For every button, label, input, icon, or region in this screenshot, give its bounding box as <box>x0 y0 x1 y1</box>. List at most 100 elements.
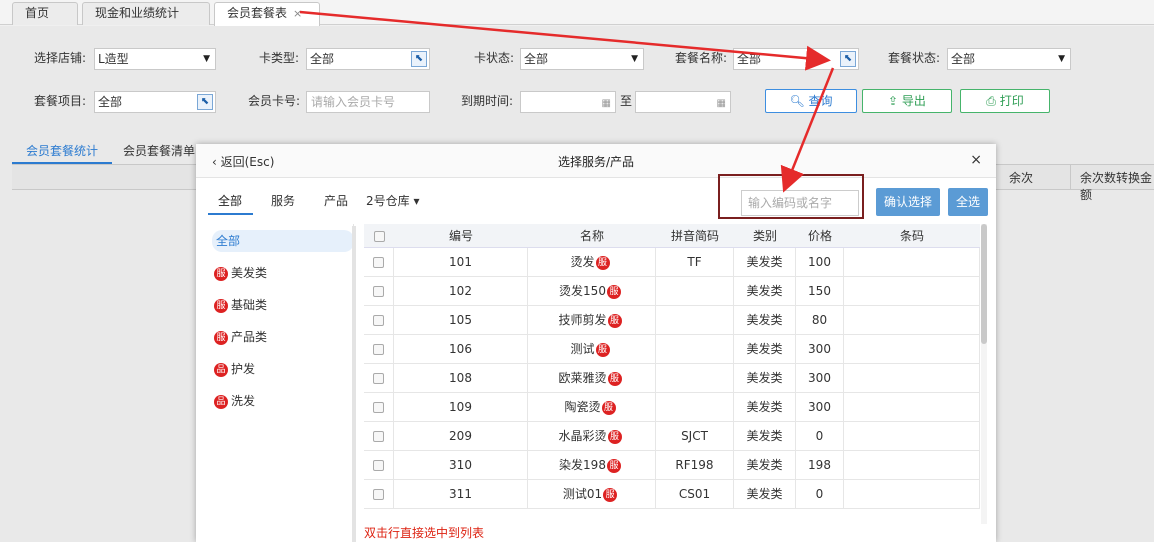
cell-price: 300 <box>796 393 844 421</box>
package-status-select[interactable]: 全部 ▼ <box>947 48 1071 70</box>
checkbox[interactable] <box>373 489 384 500</box>
cell-pinyin-text: SJCT <box>681 429 708 443</box>
cell-price: 150 <box>796 277 844 305</box>
category-label: 基础类 <box>231 298 268 312</box>
row-checkbox-cell[interactable] <box>364 480 394 508</box>
cell-price-text: 300 <box>808 400 831 414</box>
column-header-barcode: 条码 <box>844 224 980 248</box>
table-row[interactable]: 106 测试服 美发类 300 <box>364 335 980 364</box>
category-scrollbar[interactable] <box>352 226 356 542</box>
cell-pinyin <box>656 364 734 392</box>
table-row[interactable]: 101 烫发服 TF 美发类 100 <box>364 248 980 277</box>
expire-start-input[interactable]: ▦ <box>520 91 616 113</box>
picker-icon[interactable]: ⬉ <box>411 51 427 67</box>
table-row[interactable]: 310 染发198 服 RF198 美发类 198 <box>364 451 980 480</box>
row-checkbox-cell[interactable] <box>364 364 394 392</box>
service-badge-icon: 服 <box>595 342 610 357</box>
cell-price-text: 198 <box>808 458 831 472</box>
column-divider <box>1070 165 1071 189</box>
cell-code-text: 109 <box>449 400 472 414</box>
row-checkbox-cell[interactable] <box>364 248 394 276</box>
table-row[interactable]: 109 陶瓷烫服 美发类 300 <box>364 393 980 422</box>
tab-close-icon[interactable]: × <box>293 7 302 20</box>
print-button[interactable]: ⎙ 打印 <box>960 89 1050 113</box>
confirm-select-button[interactable]: 确认选择 <box>876 188 940 216</box>
column-header-name: 名称 <box>528 224 656 248</box>
filter-tab-product[interactable]: 产品 <box>324 192 348 209</box>
checkbox[interactable] <box>373 460 384 471</box>
cell-category-text: 美发类 <box>746 458 783 472</box>
checkbox[interactable] <box>373 231 385 242</box>
select-all-button[interactable]: 全选 <box>948 188 988 216</box>
picker-icon[interactable]: ⬉ <box>840 51 856 67</box>
category-item[interactable]: 全部 <box>212 230 354 252</box>
category-item[interactable]: 服美发类 <box>214 262 267 284</box>
category-item[interactable]: 服产品类 <box>214 326 267 348</box>
package-name-label: 套餐名称: <box>675 51 728 65</box>
cell-category: 美发类 <box>734 364 796 392</box>
picker-icon[interactable]: ⬉ <box>197 94 213 110</box>
tab-member-package[interactable]: 会员套餐表 × <box>214 2 320 26</box>
cell-price: 300 <box>796 335 844 363</box>
service-badge-icon: 服 <box>607 371 622 386</box>
filter-tab-all[interactable]: 全部 <box>218 192 242 209</box>
checkbox[interactable] <box>373 257 384 268</box>
export-button[interactable]: ⇪ 导出 <box>862 89 952 113</box>
table-row[interactable]: 108 欧莱雅烫服 美发类 300 <box>364 364 980 393</box>
card-no-input[interactable]: 请输入会员卡号 <box>306 91 430 113</box>
checkbox[interactable] <box>373 402 384 413</box>
package-item-select[interactable]: 全部 ⬉ <box>94 91 216 113</box>
close-icon[interactable]: × <box>970 152 982 168</box>
row-checkbox-cell[interactable] <box>364 451 394 479</box>
store-select[interactable]: L造型 ▼ <box>94 48 216 70</box>
subtab-package-stats[interactable]: 会员套餐统计 <box>26 142 98 160</box>
cell-code: 310 <box>394 451 528 479</box>
double-click-hint: 双击行直接选中到列表 <box>364 526 485 540</box>
expire-end-input[interactable]: ▦ <box>635 91 731 113</box>
checkbox[interactable] <box>373 286 384 297</box>
cell-name: 陶瓷烫服 <box>528 393 656 421</box>
cell-pinyin-text: CS01 <box>678 487 711 501</box>
calendar-icon[interactable]: ▦ <box>717 94 726 114</box>
package-status-label: 套餐状态: <box>888 51 941 65</box>
cell-name: 技师剪发服 <box>528 306 656 334</box>
warehouse-select[interactable]: 2号仓库 ▾ <box>366 192 419 209</box>
select-all-checkbox-header[interactable] <box>364 224 394 248</box>
card-type-select[interactable]: 全部 ⬉ <box>306 48 430 70</box>
checkbox[interactable] <box>373 373 384 384</box>
scrollbar-thumb[interactable] <box>981 224 987 344</box>
table-row[interactable]: 105 技师剪发服 美发类 80 <box>364 306 980 335</box>
query-button[interactable]: 🔍︎ 查询 <box>765 89 857 113</box>
cell-price-text: 150 <box>808 284 831 298</box>
card-status-value: 全部 <box>524 52 549 66</box>
category-item[interactable]: 品护发 <box>214 358 255 380</box>
cell-name: 水晶彩烫服 <box>528 422 656 450</box>
row-checkbox-cell[interactable] <box>364 306 394 334</box>
category-item[interactable]: 服基础类 <box>214 294 267 316</box>
table-row[interactable]: 102 烫发150 服 美发类 150 <box>364 277 980 306</box>
cell-name-text: 染发198 <box>559 458 606 472</box>
checkbox[interactable] <box>373 315 384 326</box>
checkbox[interactable] <box>373 344 384 355</box>
filter-tab-service[interactable]: 服务 <box>271 192 295 209</box>
calendar-icon[interactable]: ▦ <box>602 94 611 114</box>
dialog-title: 选择服务/产品 <box>557 155 635 169</box>
highlight-box <box>718 174 864 219</box>
table-row[interactable]: 311 测试01 服 CS01 美发类 0 <box>364 480 980 509</box>
row-checkbox-cell[interactable] <box>364 277 394 305</box>
row-checkbox-cell[interactable] <box>364 393 394 421</box>
package-name-select[interactable]: 全部 ⬉ <box>733 48 859 70</box>
subtab-package-list[interactable]: 会员套餐清单 <box>123 142 195 160</box>
tab-cash-stats[interactable]: 现金和业绩统计 <box>82 2 210 25</box>
tab-home[interactable]: 首页 <box>12 2 78 25</box>
table-row[interactable]: 209 水晶彩烫服 SJCT 美发类 0 <box>364 422 980 451</box>
package-status-value: 全部 <box>951 52 976 66</box>
category-item[interactable]: 品洗发 <box>214 390 255 412</box>
cell-code-text: 102 <box>449 284 472 298</box>
row-checkbox-cell[interactable] <box>364 335 394 363</box>
grid-scrollbar[interactable] <box>981 224 987 524</box>
row-checkbox-cell[interactable] <box>364 422 394 450</box>
checkbox[interactable] <box>373 431 384 442</box>
card-status-select[interactable]: 全部 ▼ <box>520 48 644 70</box>
chevron-down-icon: ▼ <box>203 54 210 64</box>
